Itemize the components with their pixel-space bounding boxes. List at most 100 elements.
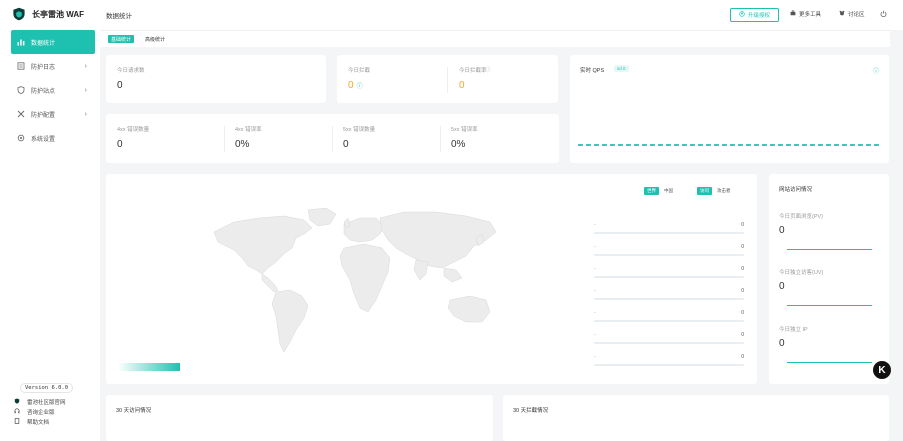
blocked-value: 0 xyxy=(348,80,354,91)
qps-title: 实时 QPS xyxy=(580,68,605,74)
site-visits-card: 网站访问情况 今日页面浏览(PV) 0 今日独立访客(UV) 0 今日独立 IP… xyxy=(769,174,889,384)
realtime-qps-card: 实时 QPS sd 0 ⓘ xyxy=(570,55,889,163)
rank-row: - 0 xyxy=(594,350,744,372)
discussion-button[interactable]: 讨论区 xyxy=(839,10,865,18)
info-icon[interactable]: ⓘ xyxy=(873,66,879,75)
blocked-label: 今日拦截 xyxy=(348,68,371,74)
rank-bar xyxy=(594,254,744,256)
sidebar: 长亭雷池 WAF 数据统计 防护日志 › 防护站点 › 防护配置 › 系统设置 … xyxy=(0,0,100,441)
region-toggle: 世界 中国 xyxy=(644,187,676,195)
rank-bar xyxy=(594,298,744,300)
sidebar-item-protection-config[interactable]: 防护配置 › xyxy=(11,102,95,126)
sidebar-item-protection-logs[interactable]: 防护日志 › xyxy=(11,54,95,78)
sidebar-item-system-settings[interactable]: 系统设置 xyxy=(11,126,95,150)
official-site-label: 雷池社区版官网 xyxy=(27,400,66,406)
upgrade-label: 升级授权 xyxy=(747,13,770,19)
rank-row: - 0 xyxy=(594,262,744,284)
chevron-right-icon: › xyxy=(84,110,87,118)
uv-label: 今日独立访客(UV) xyxy=(779,270,824,276)
block-rate-label: 今日拦截率 xyxy=(459,68,487,74)
toggle-china[interactable]: 中国 xyxy=(661,187,676,195)
top-bar: 数据统计 升级授权 更多工具 讨论区 xyxy=(100,0,903,30)
enterprise-consult-label: 咨询企业版 xyxy=(27,410,55,416)
visits-30d-title: 30 天访问情况 xyxy=(116,408,152,414)
rank-name: - xyxy=(594,354,596,360)
rank-name: - xyxy=(594,288,596,294)
chevron-right-icon: › xyxy=(84,62,87,70)
chart-icon xyxy=(17,38,25,46)
requests-card: 今日请求数 0 xyxy=(106,55,326,103)
floating-assistant-button[interactable]: K xyxy=(873,361,891,379)
tools-icon xyxy=(17,110,25,118)
tab-basic-stats[interactable]: 基础统计 xyxy=(108,35,135,43)
enterprise-consult-link[interactable]: 咨询企业版 xyxy=(14,407,66,417)
upgrade-license-button[interactable]: 升级授权 xyxy=(730,8,779,22)
uv-value: 0 xyxy=(779,281,785,292)
rank-row: - 0 xyxy=(594,284,744,306)
rank-row: - 0 xyxy=(594,328,744,350)
rank-name: - xyxy=(594,222,596,228)
community-icon xyxy=(839,10,845,18)
pv-value: 0 xyxy=(779,225,785,236)
divider xyxy=(224,126,225,152)
sidebar-item-label: 防护站点 xyxy=(31,88,56,95)
toggle-world[interactable]: 世界 xyxy=(644,187,659,195)
rank-bar xyxy=(594,276,744,278)
rank-name: - xyxy=(594,244,596,250)
power-icon xyxy=(880,10,887,19)
pv-sparkline xyxy=(787,249,872,250)
err5xx-count-label: 5xx 错误数量 xyxy=(343,127,376,133)
rank-bar xyxy=(594,342,744,344)
ip-sparkline xyxy=(787,362,872,363)
err5xx-count-value: 0 xyxy=(343,139,349,150)
rank-value: 0 xyxy=(741,332,744,338)
rank-bar xyxy=(594,232,744,234)
official-site-link[interactable]: 雷池社区版官网 xyxy=(14,397,66,407)
toolbox-icon xyxy=(790,10,796,18)
qps-badge: sd 0 xyxy=(614,65,629,72)
error-stats-card: 4xx 错误数量 0 4xx 错误率 0% 5xx 错误数量 0 5xx 错误率… xyxy=(106,114,559,163)
blocks-30d-title: 30 天拦截情况 xyxy=(513,408,549,414)
ip-value: 0 xyxy=(779,338,785,349)
site-visits-title: 网站访问情况 xyxy=(779,187,813,193)
more-tools-label: 更多工具 xyxy=(799,12,822,18)
logo[interactable]: 长亭雷池 WAF xyxy=(12,6,84,22)
ip-label: 今日独立 IP xyxy=(779,327,808,333)
err5xx-rate-value: 0% xyxy=(451,139,466,150)
rank-value: 0 xyxy=(741,310,744,316)
map-legend-gradient xyxy=(118,363,180,371)
info-icon[interactable]: ⓘ xyxy=(357,81,363,90)
help-docs-link[interactable]: 帮助文档 xyxy=(14,417,66,427)
type-toggle: 访问 攻击者 xyxy=(697,187,734,195)
err4xx-rate-label: 4xx 错误率 xyxy=(235,127,262,133)
rank-value: 0 xyxy=(741,222,744,228)
logout-button[interactable] xyxy=(880,10,887,19)
help-icon[interactable]: ⓘ xyxy=(486,66,491,73)
err4xx-count-label: 4xx 错误数量 xyxy=(117,127,150,133)
visits-30d-card: 30 天访问情况 xyxy=(106,395,493,441)
toggle-visits[interactable]: 访问 xyxy=(697,187,712,195)
headset-icon xyxy=(14,408,20,416)
sidebar-item-label: 防护日志 xyxy=(31,64,56,71)
rank-name: - xyxy=(594,310,596,316)
rank-row: - 0 xyxy=(594,218,744,240)
world-map[interactable] xyxy=(204,204,504,362)
more-tools-button[interactable]: 更多工具 xyxy=(790,10,821,18)
toggle-attackers[interactable]: 攻击者 xyxy=(714,187,734,195)
discussion-label: 讨论区 xyxy=(848,12,865,18)
upgrade-icon xyxy=(739,11,745,19)
blocked-value-group: 0 ⓘ xyxy=(348,80,363,91)
sidebar-item-protected-sites[interactable]: 防护站点 › xyxy=(11,78,95,102)
err5xx-rate-label: 5xx 错误率 xyxy=(451,127,478,133)
doc-icon xyxy=(14,418,20,426)
world-map-card: 世界 中国 访问 攻击者 - 0 - 0 - 0 - 0 - 0 - 0 - 0 xyxy=(106,174,757,384)
divider xyxy=(332,126,333,152)
tab-advanced-stats[interactable]: 高级统计 xyxy=(142,35,168,43)
sidebar-bottom-links: 雷池社区版官网 咨询企业版 帮助文档 xyxy=(14,397,66,427)
err4xx-count-value: 0 xyxy=(117,139,123,150)
requests-value: 0 xyxy=(117,80,123,91)
sidebar-item-label: 防护配置 xyxy=(31,112,56,119)
stats-subtabs: 基础统计 高级统计 xyxy=(100,30,890,47)
sidebar-nav: 数据统计 防护日志 › 防护站点 › 防护配置 › 系统设置 xyxy=(0,30,100,150)
sidebar-item-statistics[interactable]: 数据统计 xyxy=(11,30,95,54)
